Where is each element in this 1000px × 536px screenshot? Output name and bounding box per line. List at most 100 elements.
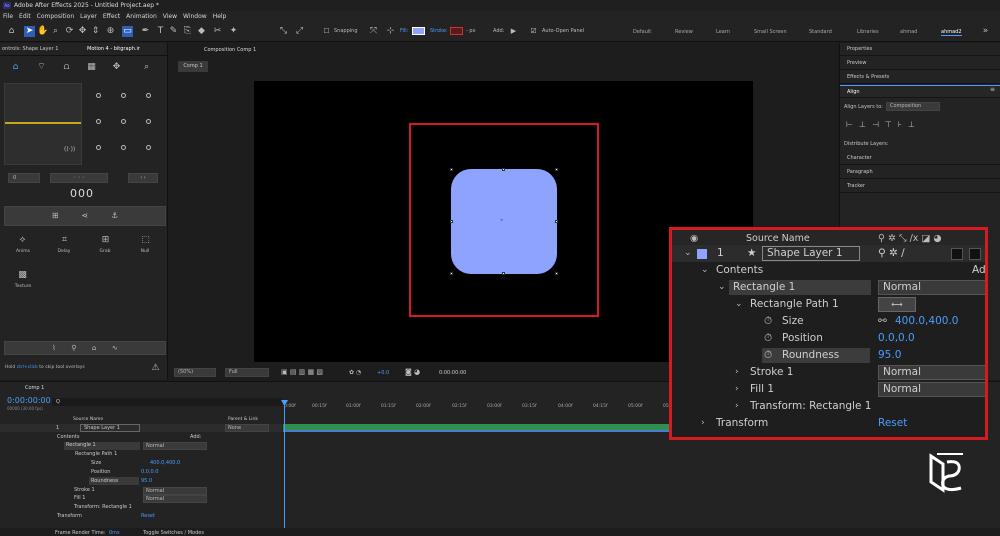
tracker-panel[interactable]: Tracker xyxy=(840,180,1000,193)
menu-effect[interactable]: Effect xyxy=(100,11,123,22)
anchor-point-icon[interactable]: ⌖ xyxy=(500,217,503,225)
hand-tool-icon[interactable]: ✋ xyxy=(37,26,48,37)
transform-label[interactable]: Transform xyxy=(57,513,82,519)
zoom-transform[interactable]: Transform xyxy=(716,415,768,432)
motion-ease-icon[interactable]: ⌔ xyxy=(36,62,47,73)
zoom-layer-name[interactable]: Shape Layer 1 xyxy=(762,246,860,261)
zoom-layer-chevron[interactable]: ⌄ xyxy=(684,245,692,262)
bottom-tools-row[interactable]: ⌇ ⚲ ⌂ ∿ xyxy=(4,341,166,355)
zoom-add[interactable]: Add xyxy=(972,262,985,279)
roto-tool-icon[interactable]: ✂ xyxy=(212,26,223,37)
zoom-layer-switches[interactable]: ⚲ ✲ ∕ xyxy=(878,245,905,262)
snap-options-icon[interactable]: ⤧ xyxy=(368,26,379,37)
handle-bl[interactable] xyxy=(450,272,453,275)
stroke-width[interactable]: - px xyxy=(466,28,476,34)
zoom-link-icon[interactable]: ⚯ xyxy=(878,313,887,330)
rect-path-label[interactable]: Rectangle Path 1 xyxy=(75,451,117,457)
motion-grid-icon[interactable]: ▦ xyxy=(86,62,97,73)
zoom-rect-row[interactable]: ⌄ Rectangle 1 Normal xyxy=(672,279,985,296)
size-value[interactable]: 400.0,400.0 xyxy=(150,460,180,466)
parent-dropdown[interactable]: None xyxy=(225,424,269,432)
character-panel[interactable]: Character xyxy=(840,152,1000,165)
motion-tab[interactable]: Motion 4 - bitgraph.ir xyxy=(87,46,140,52)
position-value[interactable]: 0.0,0.0 xyxy=(141,469,159,475)
menu-view[interactable]: View xyxy=(160,11,180,22)
handle-mr[interactable] xyxy=(555,220,558,223)
motion-search-icon[interactable]: ⌕ xyxy=(141,62,152,73)
workspace-standard[interactable]: Standard xyxy=(809,29,832,35)
zoom-position-value[interactable]: 0.0,0.0 xyxy=(878,330,915,347)
align-panel[interactable]: Align xyxy=(840,85,1000,98)
zoom-path-direction-icon[interactable]: ⟷ xyxy=(878,297,916,312)
zoom-transform-rect-chevron[interactable]: › xyxy=(735,398,739,415)
dolly-tool-icon[interactable]: ⇕ xyxy=(90,26,101,37)
comp-timecode[interactable]: 0:00:00:00 xyxy=(439,370,466,376)
anchor-dot-mr[interactable] xyxy=(146,119,151,124)
zoom-contents-chevron[interactable]: ⌄ xyxy=(701,262,709,279)
stroke-label-timeline[interactable]: Stroke 1 xyxy=(74,487,95,493)
selection-tool-icon[interactable]: ➤ xyxy=(24,26,35,37)
reset-link[interactable]: Reset xyxy=(141,513,155,519)
snap-edges-icon[interactable]: ⊹ xyxy=(385,26,396,37)
snapping-checkbox[interactable]: ☐ xyxy=(321,26,332,37)
grab-icon[interactable]: ⊞ xyxy=(100,235,111,246)
comp-breadcrumb[interactable]: Comp 1 xyxy=(178,61,208,72)
rect-mode-dropdown[interactable]: Normal xyxy=(143,442,207,450)
paragraph-panel[interactable]: Paragraph xyxy=(840,166,1000,179)
zoom-position-stopwatch-icon[interactable]: ⏱ xyxy=(764,330,772,347)
handle-ml[interactable] xyxy=(450,220,453,223)
anchor-dot-br[interactable] xyxy=(146,145,151,150)
zoom-stroke-row[interactable]: › Stroke 1 Normal xyxy=(672,364,985,381)
zoom-transform-chevron[interactable]: › xyxy=(701,415,705,432)
zoom-stroke-chevron[interactable]: › xyxy=(735,364,739,381)
zoom-roundness-stopwatch-icon[interactable]: ⏱ xyxy=(764,347,772,364)
zoom-roundness-value[interactable]: 95.0 xyxy=(878,347,901,364)
workspace-libraries[interactable]: Libraries xyxy=(857,29,879,35)
motion-move-icon[interactable]: ✥ xyxy=(111,62,122,73)
playback-controls[interactable]: ◦ ◦ ◦ xyxy=(50,173,108,183)
handle-tr[interactable] xyxy=(555,168,558,171)
zoom-size-value[interactable]: 400.0,400.0 xyxy=(895,313,958,330)
zoom-size-stopwatch-icon[interactable]: ⏱ xyxy=(764,313,772,330)
counter-right[interactable]: ‹ › xyxy=(128,173,158,183)
zoom-rect-chevron[interactable]: ⌄ xyxy=(718,279,726,296)
snap-align-icon[interactable]: ⤡ xyxy=(278,26,289,37)
contents-label[interactable]: Contents xyxy=(57,434,80,440)
view-options-icons[interactable]: ▣ ▤ ▥ ▦ ▧ xyxy=(281,368,323,376)
timeline-search[interactable]: Q xyxy=(52,398,282,406)
zoom-stroke[interactable]: Stroke 1 xyxy=(750,364,793,381)
zoom-rect[interactable]: Rectangle 1 xyxy=(733,279,795,296)
zoom-fill[interactable]: Fill 1 xyxy=(750,381,774,398)
align-buttons[interactable]: ⊢⊥⊣⊤⊦⊥ xyxy=(846,120,921,129)
fill-label-timeline[interactable]: Fill 1 xyxy=(74,495,85,501)
type-tool-icon[interactable]: T xyxy=(155,26,166,37)
composition-tab[interactable]: Composition Comp 1 xyxy=(204,47,256,53)
zoom-switch-box[interactable] xyxy=(969,248,981,260)
anchor-dot-bc[interactable] xyxy=(121,145,126,150)
handle-tc[interactable] xyxy=(502,168,505,171)
zoom-reset[interactable]: Reset xyxy=(878,415,907,432)
menu-animation[interactable]: Animation xyxy=(123,11,160,22)
rectangle-tool-icon[interactable]: ▭ xyxy=(122,26,133,37)
wave-icon[interactable]: ((·)) xyxy=(64,144,75,155)
toggle-switches[interactable]: Toggle Switches / Modes xyxy=(143,530,204,536)
texture-icon[interactable]: ▩ xyxy=(17,270,28,281)
zoom-layer-row[interactable]: ⌄ 1 ★ Shape Layer 1 ⚲ ✲ ∕ xyxy=(672,245,985,262)
home-icon[interactable]: ⌂ xyxy=(6,26,17,37)
zoom-roundness-row[interactable]: ⏱ Roundness 95.0 xyxy=(672,347,985,364)
zoom-contents[interactable]: Contents xyxy=(716,262,763,279)
anchor-dot-bl[interactable] xyxy=(96,145,101,150)
anchor-tool-icon[interactable]: ⊕ xyxy=(105,26,116,37)
zoom-size-row[interactable]: ⏱ Size ⚯ 400.0,400.0 xyxy=(672,313,985,330)
workspace-learn[interactable]: Learn xyxy=(716,29,730,35)
motion-bounce-icon[interactable]: ⩍ xyxy=(61,62,72,73)
zoom-stroke-mode[interactable]: Normal xyxy=(878,365,985,380)
fill-mode-dropdown[interactable]: Normal xyxy=(143,495,207,503)
menu-file[interactable]: File xyxy=(0,11,16,22)
pen-tool-icon[interactable]: ✒ xyxy=(140,26,151,37)
align-to-dropdown[interactable]: Composition xyxy=(886,102,940,111)
stroke-mode-dropdown[interactable]: Normal xyxy=(143,487,207,495)
timeline-timecode[interactable]: 0:00:00:00 xyxy=(7,396,51,405)
zoom-position-row[interactable]: ⏱ Position 0.0,0.0 xyxy=(672,330,985,347)
puppet-tool-icon[interactable]: ✦ xyxy=(228,26,239,37)
